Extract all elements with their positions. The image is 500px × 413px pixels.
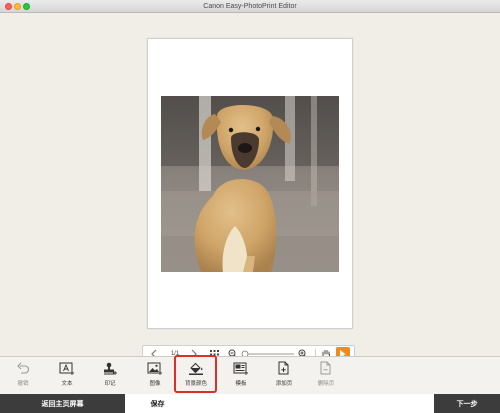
return-home-button[interactable]: 返回主页屏幕 (0, 394, 125, 413)
template-tool[interactable]: 模板 (223, 357, 259, 395)
edit-canvas-area: 1/1 (0, 13, 500, 363)
highlight-frame (174, 355, 217, 393)
delete-page-icon (320, 361, 331, 375)
text-box-icon (59, 362, 74, 375)
add-page-tool[interactable]: 添加页 (266, 357, 302, 395)
title-bar: Canon Easy-PhotoPrint Editor (0, 0, 500, 13)
stamp-icon (104, 362, 117, 375)
save-button[interactable]: 保存 (125, 394, 190, 413)
image-tool[interactable]: 图像 (137, 357, 173, 395)
undo-tool[interactable]: 撤销 (5, 357, 41, 395)
text-label: 文本 (61, 381, 73, 387)
delete-page-tool[interactable]: 删除页 (308, 357, 344, 395)
add-page-label: 添加页 (275, 381, 293, 387)
add-image-icon (147, 362, 162, 375)
undo-icon (17, 362, 30, 374)
template-label: 模板 (235, 381, 247, 387)
add-page-icon (278, 361, 289, 375)
next-button[interactable]: 下一步 (434, 394, 500, 413)
stamp-tool[interactable]: 印记 (92, 357, 128, 395)
bottom-action-bar: 返回主页屏幕 保存 下一步 (0, 394, 500, 413)
dog-photo[interactable] (161, 96, 339, 272)
delete-page-label: 删除页 (317, 381, 335, 387)
template-icon (233, 362, 248, 375)
edit-toolbar: 撤销 文本 印记 图像 背景颜色 模板 添加页 删除页 (0, 356, 500, 394)
undo-label: 撤销 (17, 381, 29, 387)
text-tool[interactable]: 文本 (49, 357, 85, 395)
print-page[interactable] (147, 38, 353, 329)
window-title: Canon Easy-PhotoPrint Editor (203, 3, 297, 10)
stamp-label: 印记 (104, 381, 116, 387)
